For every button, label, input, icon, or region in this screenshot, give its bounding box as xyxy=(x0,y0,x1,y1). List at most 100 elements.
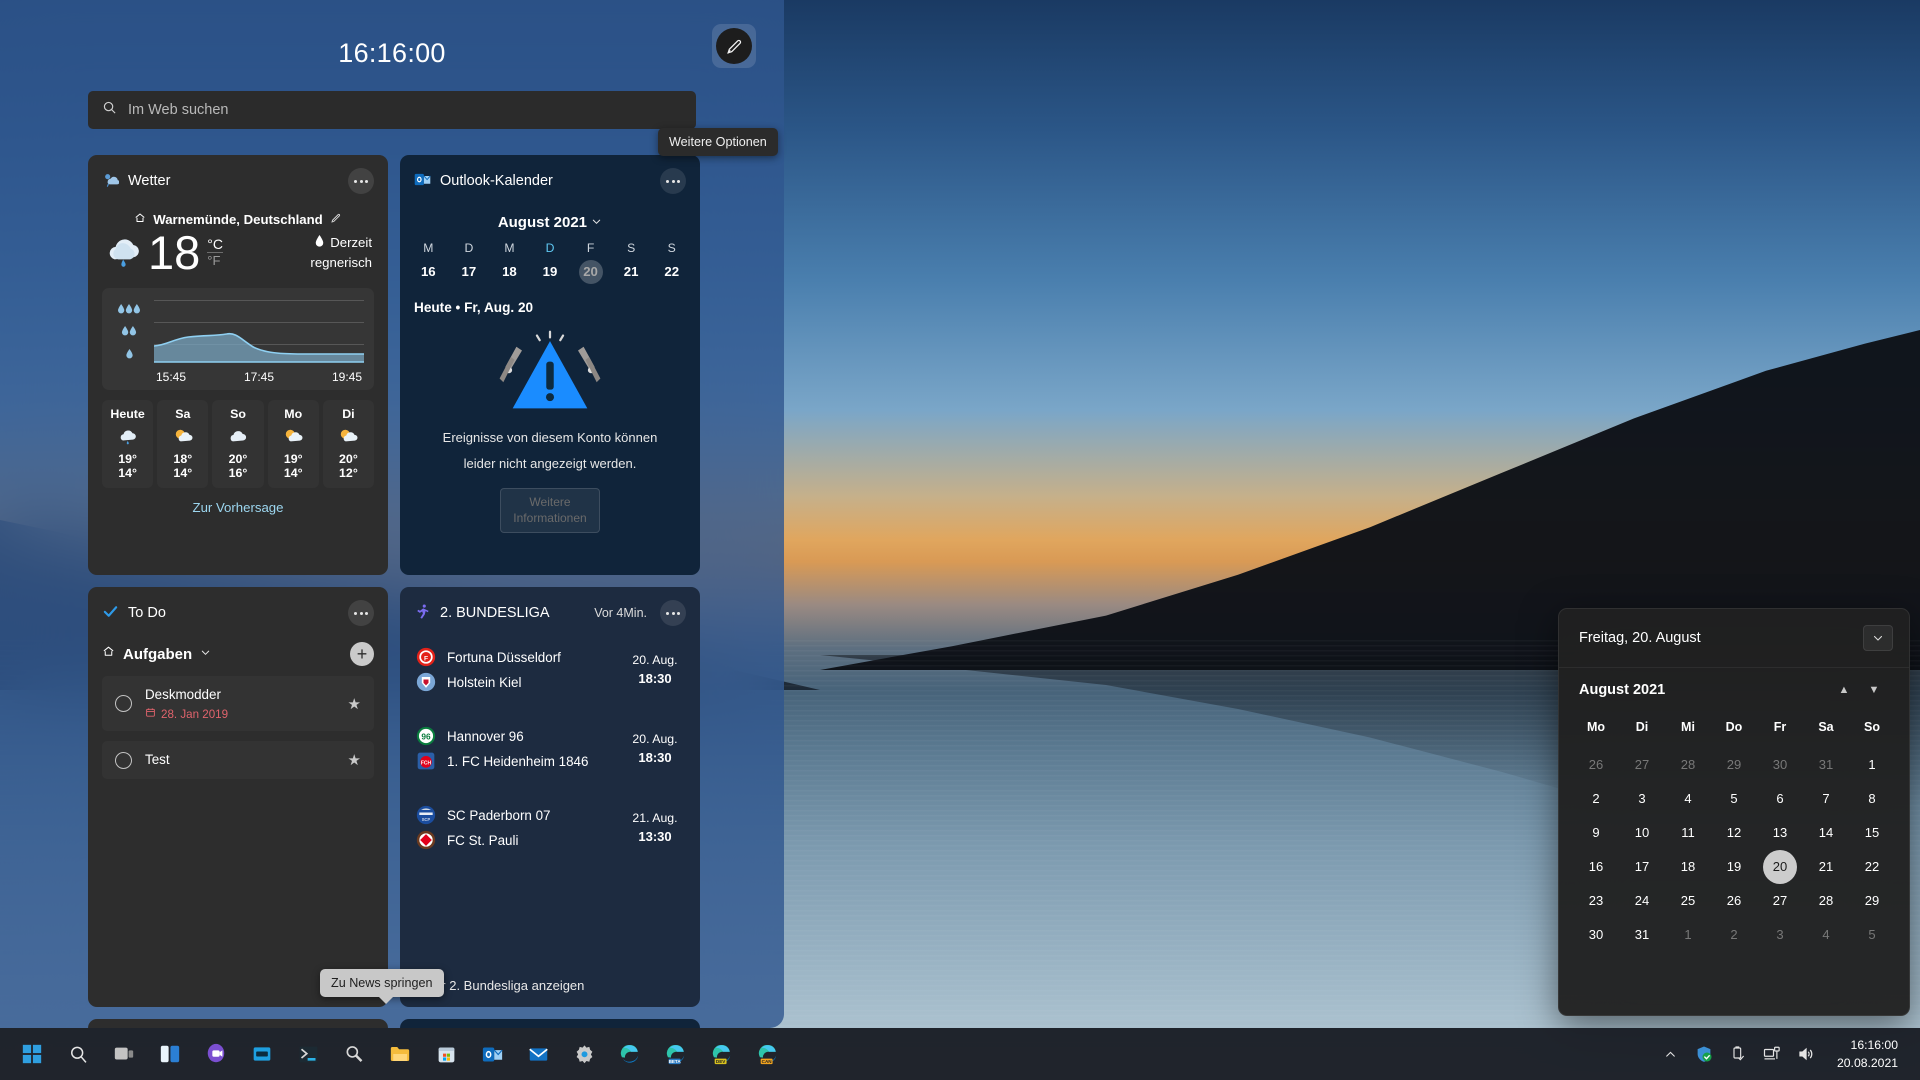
calendar-day[interactable]: 21 xyxy=(611,260,652,284)
todo-widget[interactable]: To Do Aufgaben + Deskmodder 28. Jan 2019… xyxy=(88,587,388,1007)
flyout-day[interactable]: 29 xyxy=(1711,748,1757,782)
calendar-day[interactable]: 17 xyxy=(449,260,490,284)
weather-widget[interactable]: Wetter Warnemünde, Deutschland 18 °C °F … xyxy=(88,155,388,575)
magnifier-icon[interactable] xyxy=(332,1032,376,1076)
calendar-day[interactable]: 19 xyxy=(530,260,571,284)
flyout-day[interactable]: 2 xyxy=(1711,918,1757,952)
flyout-day[interactable]: 1 xyxy=(1849,748,1895,782)
flyout-day[interactable]: 25 xyxy=(1665,884,1711,918)
edge-canary-icon[interactable]: CAN xyxy=(746,1032,790,1076)
calendar-more-info-button[interactable]: Weitere Informationen xyxy=(500,488,600,534)
flyout-day[interactable]: 7 xyxy=(1803,782,1849,816)
volume-icon[interactable] xyxy=(1795,1043,1817,1065)
sports-more-options-button[interactable] xyxy=(660,600,686,626)
outlook-icon[interactable] xyxy=(470,1032,514,1076)
forecast-link[interactable]: Zur Vorhersage xyxy=(88,500,388,515)
match-row[interactable]: F Fortuna Düsseldorf Holstein Kiel 20. A… xyxy=(400,630,700,709)
calendar-day[interactable]: 22 xyxy=(651,260,692,284)
todo-more-options-button[interactable] xyxy=(348,600,374,626)
flyout-day[interactable]: 26 xyxy=(1573,748,1619,782)
calendar-flyout-month[interactable]: August 2021 xyxy=(1579,682,1829,698)
todo-item[interactable]: Deskmodder 28. Jan 2019 ★ xyxy=(102,676,374,731)
search-input[interactable]: Im Web suchen xyxy=(88,91,696,129)
flyout-day[interactable]: 23 xyxy=(1573,884,1619,918)
star-icon[interactable]: ★ xyxy=(348,751,361,769)
file-explorer-icon[interactable] xyxy=(378,1032,422,1076)
widget-card-partial[interactable] xyxy=(400,1019,700,1028)
flyout-day[interactable]: 16 xyxy=(1573,850,1619,884)
triangle-down-icon[interactable]: ▼ xyxy=(1859,684,1889,696)
match-row[interactable]: SCP SC Paderborn 07 FC St. Pauli 21. Aug… xyxy=(400,788,700,867)
defender-shield-icon[interactable] xyxy=(1693,1043,1715,1065)
flyout-day[interactable]: 17 xyxy=(1619,850,1665,884)
calendar-flyout-collapse-button[interactable] xyxy=(1863,625,1893,651)
flyout-day[interactable]: 8 xyxy=(1849,782,1895,816)
pen-button[interactable] xyxy=(712,24,756,68)
forecast-day[interactable]: Heute 19° 14° xyxy=(102,400,154,488)
search-icon[interactable] xyxy=(56,1032,100,1076)
outlook-calendar-widget[interactable]: Outlook-Kalender August 2021 M D M D F S xyxy=(400,155,700,575)
unit-celsius[interactable]: °C xyxy=(207,236,223,252)
app-window-icon[interactable] xyxy=(240,1032,284,1076)
flyout-day[interactable]: 10 xyxy=(1619,816,1665,850)
flyout-day[interactable]: 3 xyxy=(1757,918,1803,952)
flyout-day[interactable]: 5 xyxy=(1849,918,1895,952)
flyout-day[interactable]: 19 xyxy=(1711,850,1757,884)
calendar-day-today[interactable]: 20 xyxy=(570,260,611,284)
add-task-button[interactable]: + xyxy=(350,642,374,666)
flyout-day[interactable]: 3 xyxy=(1619,782,1665,816)
flyout-day[interactable]: 4 xyxy=(1803,918,1849,952)
flyout-day[interactable]: 9 xyxy=(1573,816,1619,850)
start-icon[interactable] xyxy=(10,1032,54,1076)
terminal-icon[interactable] xyxy=(286,1032,330,1076)
todo-list-selector[interactable]: Aufgaben + xyxy=(88,630,388,666)
flyout-day-selected[interactable]: 20 xyxy=(1757,850,1803,884)
forecast-day[interactable]: Mo 19° 14° xyxy=(267,400,319,488)
flyout-day[interactable]: 13 xyxy=(1757,816,1803,850)
flyout-day[interactable]: 24 xyxy=(1619,884,1665,918)
calendar-day[interactable]: 16 xyxy=(408,260,449,284)
flyout-day[interactable]: 1 xyxy=(1665,918,1711,952)
forecast-day[interactable]: So 20° 16° xyxy=(212,400,264,488)
flyout-day[interactable]: 5 xyxy=(1711,782,1757,816)
flyout-day[interactable]: 27 xyxy=(1619,748,1665,782)
flyout-day[interactable]: 22 xyxy=(1849,850,1895,884)
edge-dev-icon[interactable]: DEV xyxy=(700,1032,744,1076)
mail-icon[interactable] xyxy=(516,1032,560,1076)
flyout-day[interactable]: 12 xyxy=(1711,816,1757,850)
forecast-day[interactable]: Di 20° 12° xyxy=(322,400,375,488)
circle-unchecked-icon[interactable] xyxy=(115,751,132,769)
circle-unchecked-icon[interactable] xyxy=(115,695,132,712)
weather-units[interactable]: °C °F xyxy=(207,236,223,269)
flyout-day[interactable]: 14 xyxy=(1803,816,1849,850)
widgets-icon[interactable] xyxy=(148,1032,192,1076)
todo-item[interactable]: Test ★ xyxy=(102,741,374,779)
flyout-day[interactable]: 31 xyxy=(1619,918,1665,952)
flyout-day[interactable]: 30 xyxy=(1573,918,1619,952)
flyout-day[interactable]: 4 xyxy=(1665,782,1711,816)
taskbar-clock[interactable]: 16:16:00 20.08.2021 xyxy=(1829,1032,1906,1077)
edge-icon[interactable] xyxy=(608,1032,652,1076)
network-icon[interactable] xyxy=(1761,1043,1783,1065)
flyout-day[interactable]: 18 xyxy=(1665,850,1711,884)
bundesliga-widget[interactable]: 2. BUNDESLIGA Vor 4Min. F Fortuna Düssel… xyxy=(400,587,700,1007)
flyout-day[interactable]: 21 xyxy=(1803,850,1849,884)
flyout-day[interactable]: 31 xyxy=(1803,748,1849,782)
match-row[interactable]: 96 Hannover 96 FCH 1. FC Heidenheim 1846 xyxy=(400,709,700,788)
flyout-day[interactable]: 27 xyxy=(1757,884,1803,918)
triangle-up-icon[interactable]: ▲ xyxy=(1829,684,1859,696)
settings-gear-icon[interactable] xyxy=(562,1032,606,1076)
flyout-day[interactable]: 6 xyxy=(1757,782,1803,816)
calendar-day[interactable]: 18 xyxy=(489,260,530,284)
flyout-day[interactable]: 11 xyxy=(1665,816,1711,850)
usb-eject-icon[interactable] xyxy=(1727,1043,1749,1065)
teams-chat-icon[interactable] xyxy=(194,1032,238,1076)
flyout-day[interactable]: 15 xyxy=(1849,816,1895,850)
widget-card-partial[interactable] xyxy=(88,1019,388,1028)
weather-more-options-button[interactable] xyxy=(348,168,374,194)
pencil-edit-icon[interactable] xyxy=(330,212,342,227)
calendar-month-selector[interactable]: August 2021 xyxy=(400,214,700,231)
flyout-day[interactable]: 2 xyxy=(1573,782,1619,816)
flyout-day[interactable]: 28 xyxy=(1665,748,1711,782)
forecast-day[interactable]: Sa 18° 14° xyxy=(157,400,209,488)
